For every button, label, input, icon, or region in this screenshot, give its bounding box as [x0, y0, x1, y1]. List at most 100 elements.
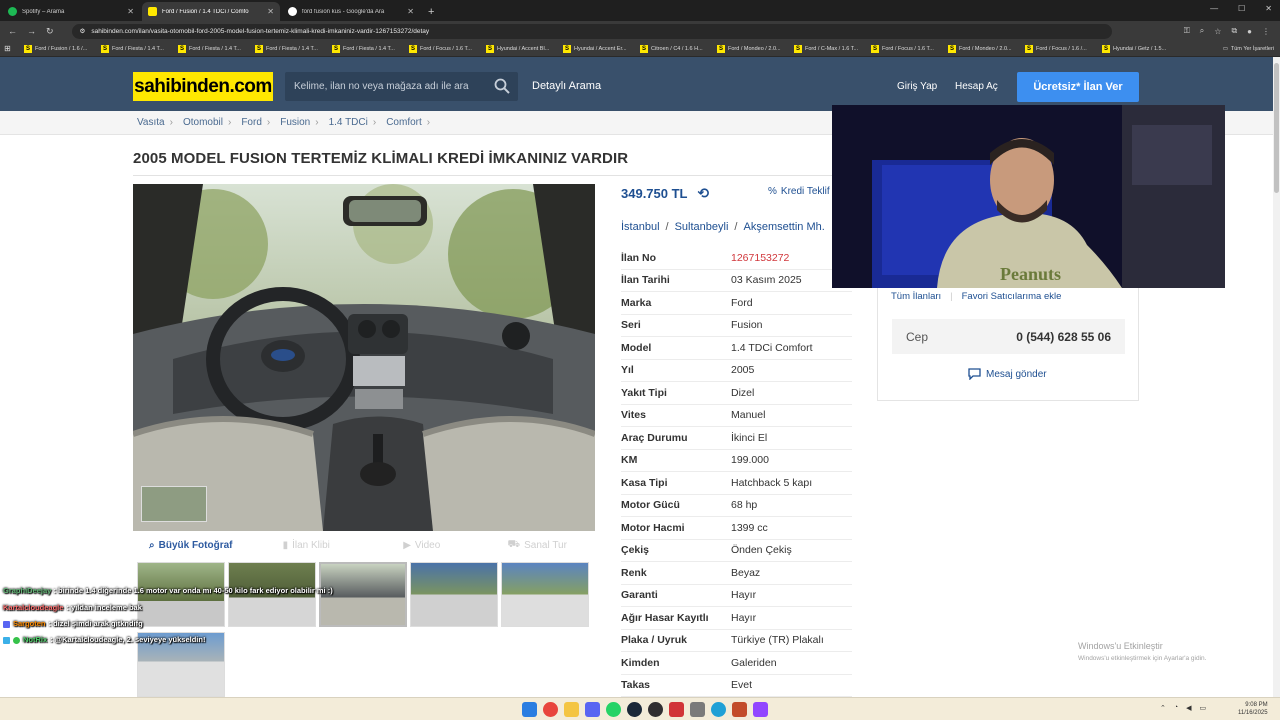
scrollbar-thumb[interactable]: [1274, 63, 1279, 193]
star-icon[interactable]: ☆: [1214, 27, 1221, 36]
maximize-icon[interactable]: ☐: [1238, 4, 1245, 13]
spec-row: İlan No 1267153272: [621, 247, 852, 270]
minimize-icon[interactable]: —: [1210, 4, 1218, 13]
tab-sahibinden[interactable]: Ford / Fusion / 1.4 TDCi / Comfo ✕: [142, 2, 280, 21]
taskbar-clock[interactable]: 9:08 PM 11/16/2025: [1238, 701, 1268, 717]
app-icon[interactable]: [732, 702, 747, 717]
steam-icon[interactable]: [627, 702, 642, 717]
credit-offer-link[interactable]: % Kredi Teklif: [768, 186, 830, 197]
new-tab-icon[interactable]: +: [428, 6, 434, 18]
photo-thumbnail[interactable]: [410, 562, 498, 627]
bookmarks-bar: ⊞ S Ford / Fusion / 1.6 /... S Ford / Fies…: [0, 41, 1280, 57]
breadcrumb-item[interactable]: Comfort: [386, 117, 422, 128]
chevron-right-icon: ›: [315, 117, 319, 128]
svg-text:Peanuts: Peanuts: [1000, 264, 1061, 284]
reload-icon[interactable]: ↻: [46, 26, 54, 37]
ad-clip-button[interactable]: ▮ İlan Klibi: [249, 540, 365, 551]
site-logo[interactable]: sahibinden.com: [133, 72, 273, 101]
url-field[interactable]: ⚙ sahibinden.com/ilan/vasita-otomobil-fo…: [71, 23, 1112, 39]
bookmark-item[interactable]: S Hyundai / Accent Bl...: [486, 44, 563, 53]
post-ad-button[interactable]: Ücretsiz* İlan Ver: [1017, 72, 1139, 102]
all-listings-link[interactable]: Tüm İlanları: [891, 291, 941, 302]
forward-icon[interactable]: →: [27, 26, 36, 37]
bookmark-item[interactable]: S Ford / Mondeo / 2.0...: [717, 44, 794, 53]
bookmark-item[interactable]: S Ford / Fiesta / 1.4 T...: [101, 44, 178, 53]
battery-icon[interactable]: ▭: [1200, 704, 1207, 712]
mini-map-thumbnail[interactable]: [141, 486, 207, 522]
spec-label: Araç Durumu: [621, 431, 688, 444]
extension-icon[interactable]: ⧉: [1231, 26, 1237, 36]
phone-number[interactable]: 0 (544) 628 55 06: [1016, 330, 1111, 344]
network-icon[interactable]: ◔: [1174, 704, 1178, 712]
discord-icon[interactable]: [585, 702, 600, 717]
sahibinden-icon: S: [332, 44, 340, 53]
video-button[interactable]: ▶ Video: [364, 540, 480, 551]
search-icon[interactable]: [494, 78, 510, 94]
signup-link[interactable]: Hesap Aç: [955, 81, 998, 92]
breadcrumb-item[interactable]: Otomobil: [183, 117, 223, 128]
favorite-seller-link[interactable]: Favori Satıcılarıma ekle: [962, 291, 1062, 302]
close-icon[interactable]: ✕: [127, 7, 134, 16]
breadcrumb-item[interactable]: Fusion: [280, 117, 310, 128]
price-history-icon[interactable]: ⟲: [698, 185, 710, 202]
tab-spotify[interactable]: Spotify – Arama ✕: [2, 2, 140, 21]
back-icon[interactable]: ←: [8, 26, 17, 37]
bookmark-item[interactable]: S Ford / Fiesta / 1.4 T...: [332, 44, 409, 53]
profile-icon[interactable]: ●: [1247, 27, 1252, 36]
main-photo[interactable]: [133, 184, 595, 531]
menu-icon[interactable]: ⋮: [1262, 27, 1270, 36]
bookmark-item[interactable]: S Citroen / C4 / 1.6 H...: [640, 44, 717, 53]
app-icon[interactable]: [690, 702, 705, 717]
location-city[interactable]: İstanbul: [621, 221, 660, 233]
edge-icon[interactable]: [711, 702, 726, 717]
large-photo-button[interactable]: ⌕ Büyük Fotoğraf: [133, 540, 249, 551]
file-explorer-icon[interactable]: [564, 702, 579, 717]
bookmark-item[interactable]: S Ford / Mondeo / 2.0...: [948, 44, 1025, 53]
chat-message: GraphiDeejay : birinde 1.4 diğerinde 1.6…: [3, 585, 333, 596]
breadcrumb-item[interactable]: 1.4 TDCi: [329, 117, 368, 128]
bookmark-item[interactable]: S Ford / Focus / 1.6 /...: [1025, 44, 1102, 53]
whatsapp-icon[interactable]: [606, 702, 621, 717]
bookmark-item[interactable]: S Ford / Fiesta / 1.4 T...: [255, 44, 332, 53]
send-message-link[interactable]: Mesaj gönder: [968, 368, 1047, 380]
login-link[interactable]: Giriş Yap: [897, 81, 937, 92]
site-info-icon[interactable]: ⚙: [80, 27, 86, 35]
bookmark-item[interactable]: S Hyundai / Getz / 1.5...: [1102, 44, 1179, 53]
breadcrumb-item[interactable]: Vasıta: [137, 117, 165, 128]
twitch-icon[interactable]: [753, 702, 768, 717]
close-icon[interactable]: ✕: [407, 7, 414, 16]
sahibinden-icon: S: [1102, 44, 1110, 53]
page-scrollbar[interactable]: [1273, 57, 1280, 697]
advanced-search-link[interactable]: Detaylı Arama: [532, 80, 601, 92]
bookmark-label: Ford / Mondeo / 2.0...: [728, 45, 781, 52]
chat-username: GraphiDeejay: [3, 586, 52, 595]
search-input[interactable]: Kelime, ilan no veya mağaza adı ile ara: [285, 72, 518, 101]
chevron-up-icon[interactable]: ⌃: [1160, 704, 1166, 712]
zoom-icon[interactable]: ⌕: [1200, 26, 1204, 36]
close-icon[interactable]: ✕: [267, 7, 274, 16]
obs-icon[interactable]: [648, 702, 663, 717]
volume-icon[interactable]: ◀: [1186, 704, 1191, 712]
location-neighborhood[interactable]: Akşemsettin Mh.: [743, 221, 824, 233]
windows-start-icon[interactable]: [522, 702, 537, 717]
chrome-icon[interactable]: [543, 702, 558, 717]
bookmark-item[interactable]: S Ford / C-Max / 1.6 T...: [794, 44, 871, 53]
all-bookmarks[interactable]: ▭ Tüm Yer İşaretleri: [1223, 46, 1280, 52]
spec-value: Galeriden: [731, 656, 777, 669]
key-icon[interactable]: ⚿: [1184, 26, 1190, 36]
bookmark-item[interactable]: S Ford / Focus / 1.6 T...: [871, 44, 948, 53]
window-close-icon[interactable]: ✕: [1265, 4, 1272, 13]
spec-label: Ağır Hasar Kayıtlı: [621, 611, 709, 624]
apps-icon[interactable]: ⊞: [4, 44, 24, 53]
location-district[interactable]: Sultanbeyli: [675, 221, 729, 233]
bookmark-item[interactable]: S Hyundai / Accent Er...: [563, 44, 640, 53]
magnifier-icon: ⌕: [149, 539, 155, 551]
virtual-tour-button[interactable]: ⛟ Sanal Tur: [480, 539, 596, 552]
game-icon[interactable]: [669, 702, 684, 717]
bookmark-item[interactable]: S Ford / Fusion / 1.6 /...: [24, 44, 101, 53]
bookmark-item[interactable]: S Ford / Fiesta / 1.4 T...: [178, 44, 255, 53]
photo-thumbnail[interactable]: [501, 562, 589, 627]
tab-google[interactable]: ford fusion kus - Google'da Ara ✕: [282, 2, 420, 21]
bookmark-item[interactable]: S Ford / Focus / 1.6 T...: [409, 44, 486, 53]
breadcrumb-item[interactable]: Ford: [241, 117, 262, 128]
